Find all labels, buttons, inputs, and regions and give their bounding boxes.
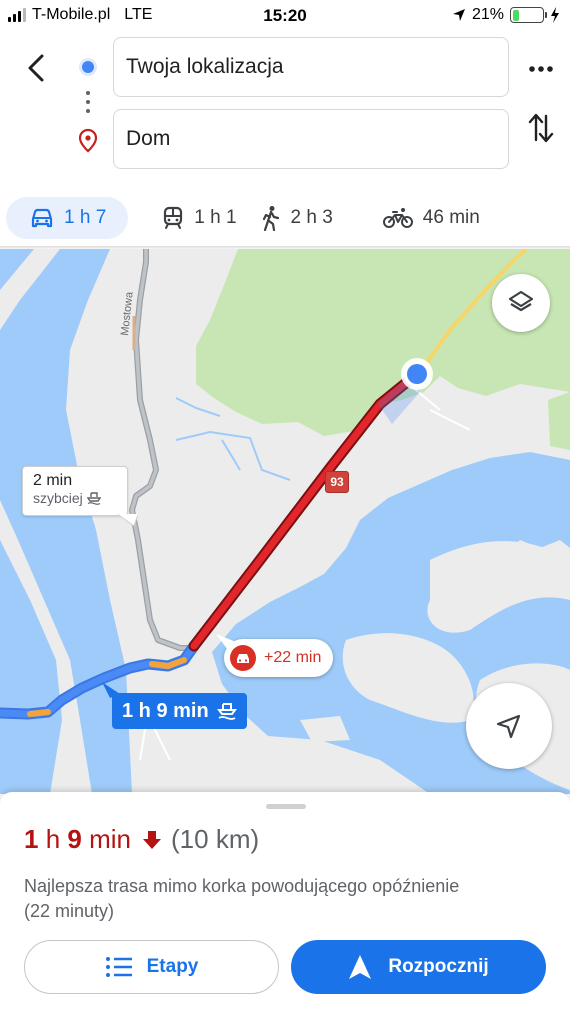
mode-label-driving: 1 h 7 [64,207,107,228]
mode-tab-cycling[interactable]: 46 min [382,197,480,239]
destination-input[interactable]: Dom [113,109,509,169]
route-description: Najlepsza trasa mimo korka powodującego … [24,876,460,921]
route-label-pointer [102,682,120,698]
steps-button-label: Etapy [146,956,199,977]
charging-icon [551,7,559,23]
alt-route-subtitle: szybciej [33,490,83,506]
destination-input-text: Dom [126,127,171,150]
list-icon [105,957,132,977]
callout-pointer [118,514,138,526]
alt-route-time: 2 min [33,472,73,489]
more-options-button[interactable] [526,54,556,84]
route-duration-label[interactable]: 1 h 9 min [112,693,247,729]
route-duration-text: 1 h 9 min [122,699,209,722]
train-icon [164,206,183,229]
walk-icon [262,206,279,231]
ferry-icon [86,492,101,505]
start-button-label: Rozpocznij [388,956,489,977]
layers-button[interactable] [492,274,550,332]
battery-icon [510,7,547,23]
travel-mode-bar: 1 h 7 1 h 1 2 h 3 46 min [0,190,570,246]
car-icon [31,208,53,228]
destination-pin-icon [78,128,98,153]
duration-minutes: 9 [67,824,82,854]
mode-label-transit: 1 h 1 [194,207,237,228]
duration-hours: 1 [24,824,39,854]
mode-tab-walking[interactable]: 2 h 3 [261,197,333,239]
origin-input[interactable]: Twoja lokalizacja [113,37,509,97]
location-arrow-icon [452,9,465,21]
traffic-delay-badge[interactable]: +22 min [224,639,334,677]
back-button[interactable] [18,50,54,86]
sheet-drag-handle[interactable] [266,804,306,809]
route-connector [76,56,100,156]
park-area-small [548,392,570,450]
road-number-text: 93 [330,475,344,489]
route-summary: 1 h 9 min (10 km) [24,824,259,855]
alt-route-callout[interactable]: 2 min szybciej [22,466,128,516]
delay-badge-pointer [216,634,236,650]
origin-dot-icon [79,58,97,76]
start-navigation-button[interactable]: Rozpocznij [291,940,546,994]
duration-hours-unit: h [45,824,61,854]
route-summary-sheet[interactable]: 1 h 9 min (10 km) Najlepsza trasa mimo k… [0,792,570,1013]
status-bar: T-Mobile.pl LTE 15:20 21% [0,0,570,32]
route-distance: (10 km) [171,824,260,854]
route-duration: 1 h 9 min [24,824,131,855]
status-right: 21% [452,6,560,24]
duration-minutes-unit: min [89,824,132,854]
arrow-down-icon [141,829,163,851]
swap-vertical-icon [528,113,554,143]
recenter-button[interactable] [466,683,552,769]
mode-tab-transit[interactable]: 1 h 1 [162,197,237,239]
map-view[interactable]: Mostowa 93 [0,249,570,794]
mode-label-cycling: 46 min [422,207,480,228]
traffic-delay-text: +22 min [264,649,322,666]
more-horizontal-icon [529,66,553,72]
battery-percent: 21% [471,6,504,23]
chevron-left-icon [28,54,44,82]
mode-tab-driving[interactable]: 1 h 7 [6,197,129,239]
navigation-arrow-icon [496,714,521,739]
swap-button[interactable] [524,110,558,146]
steps-button[interactable]: Etapy [24,940,279,994]
ferry-icon [216,703,237,720]
layers-icon [508,290,534,312]
bike-icon [382,208,413,228]
origin-input-text: Twoja lokalizacja [126,55,284,78]
mode-label-walking: 2 h 3 [290,207,333,228]
current-location-dot-icon [401,358,433,390]
road-number-badge: 93 [325,471,349,493]
navigation-icon [349,955,372,979]
